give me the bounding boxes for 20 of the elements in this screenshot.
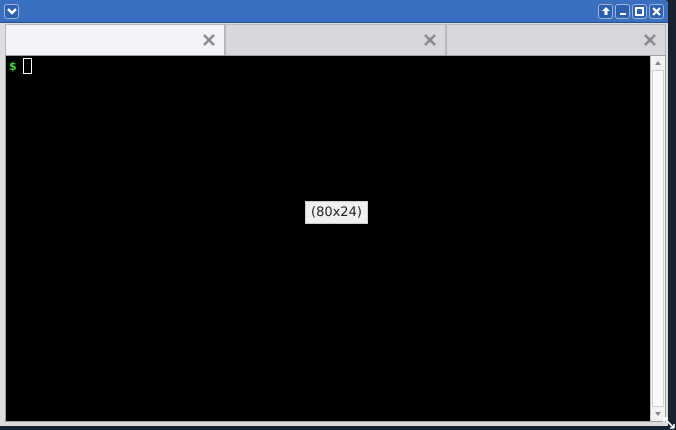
prompt: $ bbox=[9, 60, 17, 72]
shade-button[interactable] bbox=[598, 4, 613, 18]
text-cursor bbox=[22, 58, 32, 74]
close-icon[interactable] bbox=[422, 33, 437, 47]
maximize-icon bbox=[635, 6, 644, 16]
chevron-down-icon bbox=[6, 7, 16, 15]
tab[interactable] bbox=[5, 24, 226, 55]
scrollbar[interactable] bbox=[650, 56, 665, 421]
window-menu-button[interactable] bbox=[4, 4, 19, 18]
close-icon bbox=[652, 6, 661, 16]
size-tooltip: (80x24) bbox=[305, 201, 368, 224]
minimize-button[interactable] bbox=[615, 4, 630, 18]
maximize-button[interactable] bbox=[632, 4, 647, 18]
close-icon[interactable] bbox=[202, 33, 216, 47]
scroll-thumb[interactable] bbox=[652, 70, 664, 407]
close-icon[interactable] bbox=[642, 33, 657, 47]
resize-icon[interactable] bbox=[663, 417, 675, 429]
arrow-up-icon bbox=[600, 6, 610, 16]
terminal-area[interactable]: $ (80x24) bbox=[6, 56, 650, 421]
close-button[interactable] bbox=[649, 4, 664, 18]
